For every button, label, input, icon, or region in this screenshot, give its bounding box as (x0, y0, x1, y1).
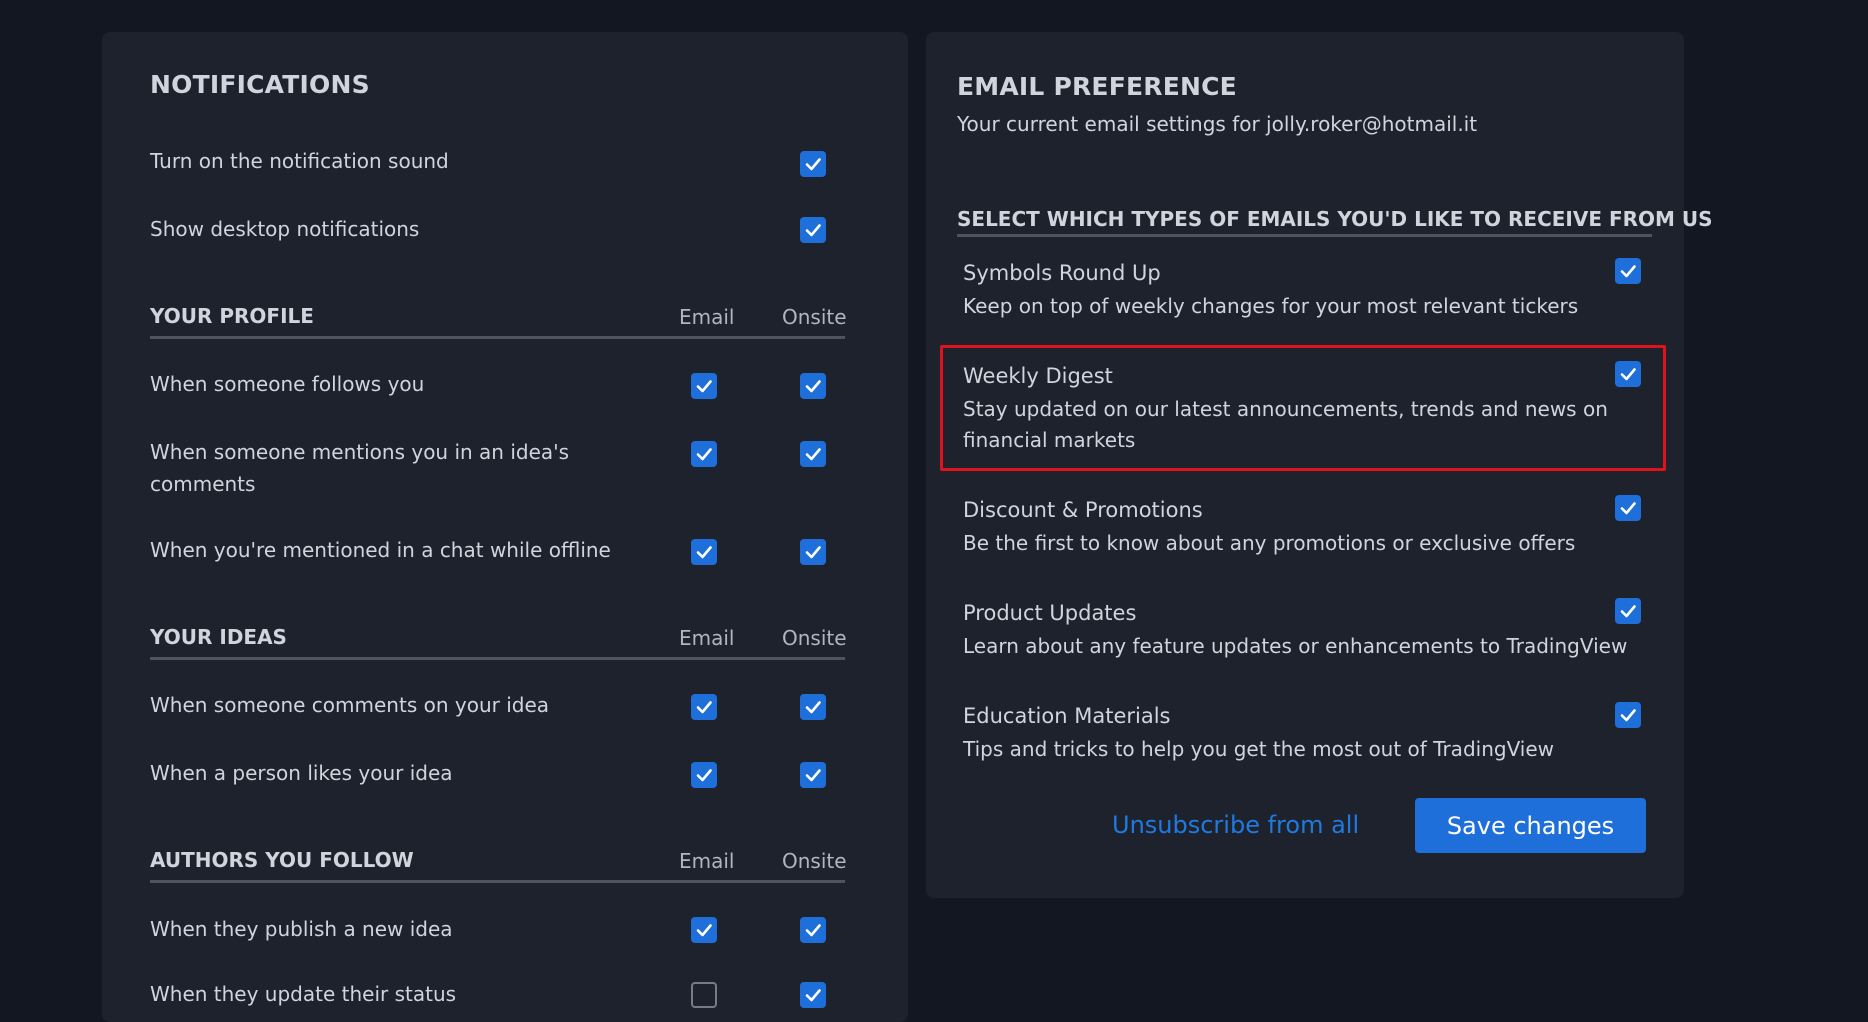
mentions-idea-onsite-checkbox[interactable] (800, 441, 826, 467)
comments-idea-email-checkbox[interactable] (691, 694, 717, 720)
chat-mention-onsite-checkbox[interactable] (800, 539, 826, 565)
check-icon (696, 546, 712, 559)
symbols-roundup-desc: Keep on top of weekly changes for your m… (963, 294, 1579, 318)
likes-idea-label: When a person likes your idea (150, 761, 453, 785)
chat-mention-email-checkbox[interactable] (691, 539, 717, 565)
check-icon (805, 448, 821, 461)
discount-promotions-desc: Be the first to know about any promotion… (963, 531, 1576, 555)
mentions-idea-email-checkbox[interactable] (691, 441, 717, 467)
notifications-panel (102, 32, 908, 1022)
check-icon (805, 224, 821, 237)
product-updates-desc: Learn about any feature updates or enhan… (963, 634, 1628, 658)
follows-you-label: When someone follows you (150, 372, 425, 396)
publish-idea-email-checkbox[interactable] (691, 917, 717, 943)
weekly-digest-title: Weekly Digest (963, 364, 1113, 388)
publish-idea-onsite-checkbox[interactable] (800, 917, 826, 943)
your-ideas-title: YOUR IDEAS (150, 625, 287, 649)
desktop-notifications-checkbox[interactable] (800, 217, 826, 243)
check-icon (805, 546, 821, 559)
weekly-digest-checkbox[interactable] (1615, 361, 1641, 387)
check-icon (1620, 502, 1636, 515)
mentions-idea-label-line2: comments (150, 472, 256, 496)
unsubscribe-all-link[interactable]: Unsubscribe from all (1112, 811, 1359, 839)
email-preference-subtitle: Your current email settings for jolly.ro… (957, 112, 1478, 136)
authors-divider (150, 880, 845, 883)
product-updates-title: Product Updates (963, 601, 1137, 625)
check-icon (696, 769, 712, 782)
check-icon (696, 701, 712, 714)
weekly-digest-desc-line1: Stay updated on our latest announcements… (963, 397, 1608, 421)
product-updates-checkbox[interactable] (1615, 598, 1641, 624)
follows-you-email-checkbox[interactable] (691, 373, 717, 399)
chat-mention-label: When you're mentioned in a chat while of… (150, 538, 611, 562)
authors-email-header: Email (679, 849, 735, 873)
education-materials-desc: Tips and tricks to help you get the most… (963, 737, 1555, 761)
education-materials-title: Education Materials (963, 704, 1171, 728)
check-icon (805, 924, 821, 937)
your-profile-divider (150, 336, 845, 339)
discount-promotions-title: Discount & Promotions (963, 498, 1203, 522)
check-icon (805, 769, 821, 782)
publish-idea-label: When they publish a new idea (150, 917, 453, 941)
check-icon (696, 448, 712, 461)
notification-sound-checkbox[interactable] (800, 151, 826, 177)
check-icon (1620, 709, 1636, 722)
your-ideas-onsite-header: Onsite (782, 626, 847, 650)
check-icon (805, 380, 821, 393)
comments-idea-onsite-checkbox[interactable] (800, 694, 826, 720)
update-status-onsite-checkbox[interactable] (800, 982, 826, 1008)
follows-you-onsite-checkbox[interactable] (800, 373, 826, 399)
education-materials-checkbox[interactable] (1615, 702, 1641, 728)
your-ideas-email-header: Email (679, 626, 735, 650)
check-icon (1620, 368, 1636, 381)
your-profile-onsite-header: Onsite (782, 305, 847, 329)
update-status-email-checkbox[interactable] (691, 982, 717, 1008)
desktop-notifications-label: Show desktop notifications (150, 217, 420, 241)
check-icon (1620, 605, 1636, 618)
authors-onsite-header: Onsite (782, 849, 847, 873)
notifications-title: NOTIFICATIONS (150, 70, 370, 99)
notification-sound-label: Turn on the notification sound (150, 149, 449, 173)
save-changes-button[interactable]: Save changes (1415, 798, 1646, 853)
your-profile-title: YOUR PROFILE (150, 304, 314, 328)
authors-title: AUTHORS YOU FOLLOW (150, 848, 414, 872)
comments-idea-label: When someone comments on your idea (150, 693, 550, 717)
check-icon (805, 701, 821, 714)
email-types-divider (957, 234, 1652, 237)
your-ideas-divider (150, 657, 845, 660)
check-icon (696, 924, 712, 937)
check-icon (805, 158, 821, 171)
mentions-idea-label-line1: When someone mentions you in an idea's (150, 440, 570, 464)
symbols-roundup-checkbox[interactable] (1615, 258, 1641, 284)
check-icon (1620, 265, 1636, 278)
likes-idea-email-checkbox[interactable] (691, 762, 717, 788)
check-icon (805, 989, 821, 1002)
weekly-digest-desc-line2: financial markets (963, 428, 1136, 452)
your-profile-email-header: Email (679, 305, 735, 329)
email-types-section-title: SELECT WHICH TYPES OF EMAILS YOU'D LIKE … (957, 207, 1713, 231)
email-preference-title: EMAIL PREFERENCE (957, 72, 1237, 101)
update-status-label: When they update their status (150, 982, 457, 1006)
discount-promotions-checkbox[interactable] (1615, 495, 1641, 521)
likes-idea-onsite-checkbox[interactable] (800, 762, 826, 788)
check-icon (696, 380, 712, 393)
symbols-roundup-title: Symbols Round Up (963, 261, 1161, 285)
